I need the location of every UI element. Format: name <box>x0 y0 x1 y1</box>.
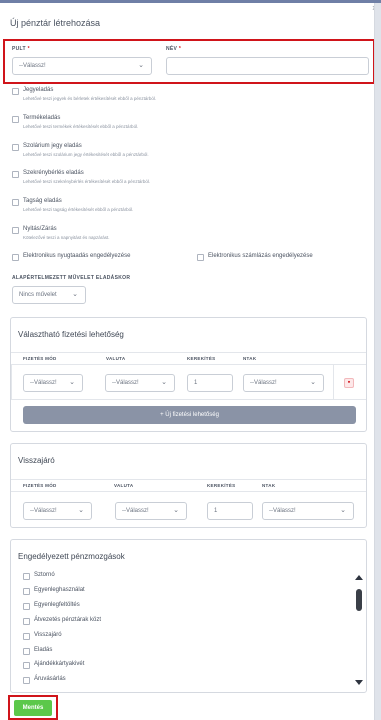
payment-options-panel: Választható fizetési lehetőség FIZETÉS M… <box>10 317 367 432</box>
checkbox[interactable] <box>23 618 30 625</box>
column-header: VALUTA <box>106 356 126 361</box>
scroll-down-arrow-icon[interactable] <box>355 680 363 685</box>
column-header: KEREKÍTÉS <box>187 356 216 361</box>
change-mode-select[interactable]: --Válassz! ⌄ <box>23 502 92 520</box>
change-panel: Visszajáró FIZETÉS MÓD VALUTA KEREKÍTÉS … <box>10 443 367 528</box>
modal-title: Új pénztár létrehozása <box>10 18 101 28</box>
chevron-down-icon: ⌄ <box>78 507 84 514</box>
checkbox[interactable] <box>12 199 19 206</box>
change-currency-select[interactable]: --Válassz! ⌄ <box>115 502 187 520</box>
checkbox[interactable] <box>12 254 19 261</box>
ntak-select[interactable]: --Válassz! ⌄ <box>243 374 324 392</box>
panel-title: Engedélyezett pénzmozgások <box>18 552 125 561</box>
panel-title: Választható fizetési lehetőség <box>18 330 124 339</box>
chevron-down-icon: ⌄ <box>161 379 167 386</box>
chevron-down-icon: ⌄ <box>69 379 75 386</box>
checkbox[interactable] <box>23 588 30 595</box>
add-payment-option-button[interactable]: + Új fizetési lehetőség <box>23 406 356 424</box>
column-header: NTAK <box>262 483 276 488</box>
chevron-down-icon: ⌄ <box>72 291 78 298</box>
change-ntak-select[interactable]: --Válassz! ⌄ <box>262 502 354 520</box>
column-header: KEREKÍTÉS <box>207 483 236 488</box>
checkbox[interactable] <box>12 227 19 234</box>
checkbox[interactable] <box>12 144 19 151</box>
table-row: --Válassz! ⌄ --Válassz! ⌄ 1 --Válassz! ⌄ <box>11 492 366 528</box>
table-row: --Válassz! ⌄ --Válassz! ⌄ 1 --Válassz! ⌄ ▪ <box>11 365 366 400</box>
checkbox[interactable] <box>12 171 19 178</box>
table-header: FIZETÉS MÓD VALUTA KEREKÍTÉS NTAK <box>11 479 366 492</box>
checkbox[interactable] <box>23 573 30 580</box>
scroll-up-arrow-icon[interactable] <box>355 575 363 580</box>
checkbox[interactable] <box>12 116 19 123</box>
nev-label: NÉV * <box>166 46 182 52</box>
change-rounding-input[interactable]: 1 <box>207 502 253 520</box>
checkbox[interactable] <box>23 633 30 640</box>
chevron-down-icon: ⌄ <box>310 379 316 386</box>
column-header: FIZETÉS MÓD <box>23 483 57 488</box>
column-header: FIZETÉS MÓD <box>23 356 57 361</box>
chevron-down-icon: ⌄ <box>173 507 179 514</box>
close-icon[interactable]: × <box>372 3 374 13</box>
default-action-label: ALAPÉRTELMEZETT MŰVELET ELADÁSKOR <box>12 275 131 281</box>
payment-mode-select[interactable]: --Válassz! ⌄ <box>23 374 83 392</box>
scrollbar-thumb[interactable] <box>356 589 362 611</box>
money-movements-panel: Engedélyezett pénzmozgások Sztornó Egyen… <box>10 539 367 693</box>
default-action-select[interactable]: Nincs művelet ⌄ <box>12 286 86 304</box>
table-header: FIZETÉS MÓD VALUTA KEREKÍTÉS NTAK <box>11 352 366 365</box>
panel-title: Visszajáró <box>18 456 55 465</box>
trash-icon[interactable]: ▪ <box>344 378 354 388</box>
checkbox[interactable] <box>23 603 30 610</box>
checkbox[interactable] <box>12 88 19 95</box>
pult-label: PULT * <box>12 46 30 52</box>
checkbox[interactable] <box>197 254 204 261</box>
checkbox[interactable] <box>23 677 30 684</box>
chevron-down-icon: ⌄ <box>340 507 346 514</box>
create-register-modal: × Új pénztár létrehozása PULT * --Válass… <box>0 3 375 720</box>
save-button[interactable]: Mentés <box>14 700 52 716</box>
chevron-down-icon: ⌄ <box>138 62 144 69</box>
nev-input[interactable] <box>166 57 369 75</box>
column-header: VALUTA <box>114 483 134 488</box>
checkbox[interactable] <box>23 648 30 655</box>
column-header: NTAK <box>243 356 257 361</box>
pult-select[interactable]: --Válassz! ⌄ <box>12 57 152 75</box>
rounding-input[interactable]: 1 <box>187 374 233 392</box>
checkbox[interactable] <box>23 662 30 669</box>
currency-select[interactable]: --Válassz! ⌄ <box>105 374 175 392</box>
